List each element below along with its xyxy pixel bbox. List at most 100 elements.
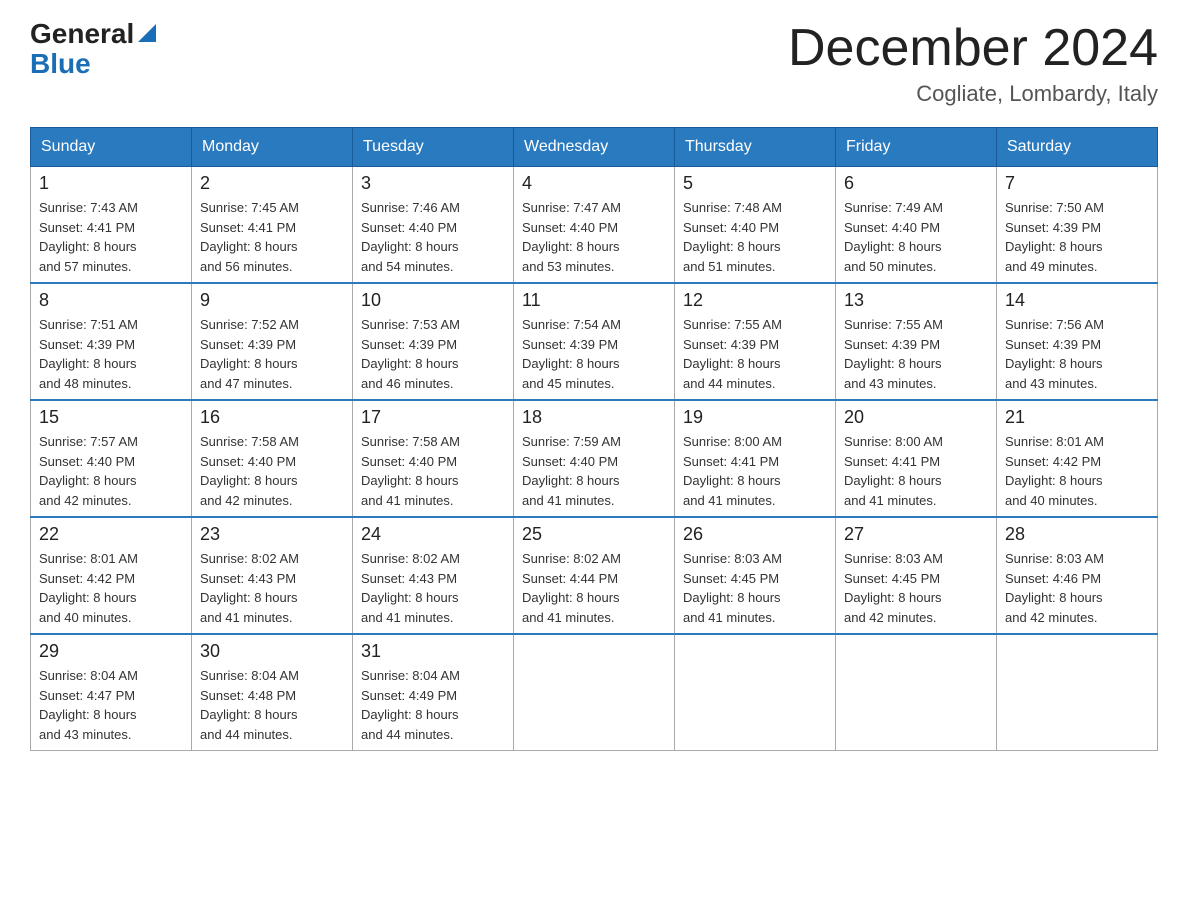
- week-row-2: 8 Sunrise: 7:51 AMSunset: 4:39 PMDaylight…: [31, 283, 1158, 400]
- day-info: Sunrise: 7:52 AMSunset: 4:39 PMDaylight:…: [200, 315, 344, 393]
- title-section: December 2024 Cogliate, Lombardy, Italy: [788, 20, 1158, 107]
- day-number: 27: [844, 524, 988, 545]
- col-header-monday: Monday: [192, 128, 353, 167]
- calendar-cell: 7 Sunrise: 7:50 AMSunset: 4:39 PMDaylight…: [997, 167, 1158, 284]
- day-number: 2: [200, 173, 344, 194]
- day-number: 18: [522, 407, 666, 428]
- day-info: Sunrise: 8:04 AMSunset: 4:49 PMDaylight:…: [361, 666, 505, 744]
- calendar-cell: 16 Sunrise: 7:58 AMSunset: 4:40 PMDayligh…: [192, 400, 353, 517]
- day-info: Sunrise: 8:02 AMSunset: 4:44 PMDaylight:…: [522, 549, 666, 627]
- day-number: 20: [844, 407, 988, 428]
- day-info: Sunrise: 7:43 AMSunset: 4:41 PMDaylight:…: [39, 198, 183, 276]
- calendar-cell: 30 Sunrise: 8:04 AMSunset: 4:48 PMDayligh…: [192, 634, 353, 751]
- day-info: Sunrise: 7:58 AMSunset: 4:40 PMDaylight:…: [361, 432, 505, 510]
- calendar-cell: 21 Sunrise: 8:01 AMSunset: 4:42 PMDayligh…: [997, 400, 1158, 517]
- calendar-cell: 3 Sunrise: 7:46 AMSunset: 4:40 PMDaylight…: [353, 167, 514, 284]
- day-number: 5: [683, 173, 827, 194]
- calendar-cell: 31 Sunrise: 8:04 AMSunset: 4:49 PMDayligh…: [353, 634, 514, 751]
- week-row-3: 15 Sunrise: 7:57 AMSunset: 4:40 PMDayligh…: [31, 400, 1158, 517]
- day-number: 24: [361, 524, 505, 545]
- calendar-cell: [514, 634, 675, 751]
- day-info: Sunrise: 8:01 AMSunset: 4:42 PMDaylight:…: [1005, 432, 1149, 510]
- calendar-cell: 23Sunrise: 8:02 AMSunset: 4:43 PMDayligh…: [192, 517, 353, 634]
- calendar-cell: 28Sunrise: 8:03 AMSunset: 4:46 PMDayligh…: [997, 517, 1158, 634]
- calendar-cell: 24 Sunrise: 8:02 AMSunset: 4:43 PMDayligh…: [353, 517, 514, 634]
- calendar-cell: 2 Sunrise: 7:45 AMSunset: 4:41 PMDaylight…: [192, 167, 353, 284]
- calendar-cell: 10 Sunrise: 7:53 AMSunset: 4:39 PMDayligh…: [353, 283, 514, 400]
- day-number: 12: [683, 290, 827, 311]
- week-row-5: 29Sunrise: 8:04 AMSunset: 4:47 PMDayligh…: [31, 634, 1158, 751]
- calendar-cell: 6 Sunrise: 7:49 AMSunset: 4:40 PMDaylight…: [836, 167, 997, 284]
- calendar-cell: 15 Sunrise: 7:57 AMSunset: 4:40 PMDayligh…: [31, 400, 192, 517]
- day-info: Sunrise: 7:50 AMSunset: 4:39 PMDaylight:…: [1005, 198, 1149, 276]
- day-info: Sunrise: 8:03 AMSunset: 4:45 PMDaylight:…: [683, 549, 827, 627]
- day-number: 8: [39, 290, 183, 311]
- day-info: Sunrise: 8:00 AMSunset: 4:41 PMDaylight:…: [844, 432, 988, 510]
- day-number: 6: [844, 173, 988, 194]
- day-info: Sunrise: 7:58 AMSunset: 4:40 PMDaylight:…: [200, 432, 344, 510]
- day-number: 16: [200, 407, 344, 428]
- calendar-cell: 13 Sunrise: 7:55 AMSunset: 4:39 PMDayligh…: [836, 283, 997, 400]
- day-number: 1: [39, 173, 183, 194]
- day-info: Sunrise: 7:53 AMSunset: 4:39 PMDaylight:…: [361, 315, 505, 393]
- calendar-cell: 29Sunrise: 8:04 AMSunset: 4:47 PMDayligh…: [31, 634, 192, 751]
- calendar-cell: 17 Sunrise: 7:58 AMSunset: 4:40 PMDayligh…: [353, 400, 514, 517]
- day-number: 17: [361, 407, 505, 428]
- calendar-table: SundayMondayTuesdayWednesdayThursdayFrid…: [30, 127, 1158, 751]
- day-number: 22: [39, 524, 183, 545]
- day-number: 29: [39, 641, 183, 662]
- calendar-cell: 4 Sunrise: 7:47 AMSunset: 4:40 PMDaylight…: [514, 167, 675, 284]
- day-number: 13: [844, 290, 988, 311]
- logo: General Blue: [30, 20, 158, 80]
- day-info: Sunrise: 7:55 AMSunset: 4:39 PMDaylight:…: [683, 315, 827, 393]
- week-row-4: 22 Sunrise: 8:01 AMSunset: 4:42 PMDayligh…: [31, 517, 1158, 634]
- calendar-cell: 12 Sunrise: 7:55 AMSunset: 4:39 PMDayligh…: [675, 283, 836, 400]
- logo-general: General: [30, 20, 134, 48]
- day-info: Sunrise: 7:51 AMSunset: 4:39 PMDaylight:…: [39, 315, 183, 393]
- day-number: 15: [39, 407, 183, 428]
- day-number: 31: [361, 641, 505, 662]
- calendar-cell: 5 Sunrise: 7:48 AMSunset: 4:40 PMDaylight…: [675, 167, 836, 284]
- calendar-cell: 25 Sunrise: 8:02 AMSunset: 4:44 PMDayligh…: [514, 517, 675, 634]
- calendar-cell: 19Sunrise: 8:00 AMSunset: 4:41 PMDayligh…: [675, 400, 836, 517]
- day-info: Sunrise: 7:48 AMSunset: 4:40 PMDaylight:…: [683, 198, 827, 276]
- calendar-cell: 8 Sunrise: 7:51 AMSunset: 4:39 PMDaylight…: [31, 283, 192, 400]
- day-info: Sunrise: 8:01 AMSunset: 4:42 PMDaylight:…: [39, 549, 183, 627]
- calendar-cell: 18Sunrise: 7:59 AMSunset: 4:40 PMDayligh…: [514, 400, 675, 517]
- col-header-thursday: Thursday: [675, 128, 836, 167]
- calendar-cell: 27 Sunrise: 8:03 AMSunset: 4:45 PMDayligh…: [836, 517, 997, 634]
- day-number: 7: [1005, 173, 1149, 194]
- calendar-cell: [997, 634, 1158, 751]
- day-number: 23: [200, 524, 344, 545]
- day-info: Sunrise: 7:46 AMSunset: 4:40 PMDaylight:…: [361, 198, 505, 276]
- day-number: 19: [683, 407, 827, 428]
- day-number: 26: [683, 524, 827, 545]
- day-info: Sunrise: 8:03 AMSunset: 4:45 PMDaylight:…: [844, 549, 988, 627]
- day-info: Sunrise: 7:57 AMSunset: 4:40 PMDaylight:…: [39, 432, 183, 510]
- day-number: 4: [522, 173, 666, 194]
- day-info: Sunrise: 7:47 AMSunset: 4:40 PMDaylight:…: [522, 198, 666, 276]
- calendar-cell: [836, 634, 997, 751]
- week-row-1: 1 Sunrise: 7:43 AMSunset: 4:41 PMDaylight…: [31, 167, 1158, 284]
- day-number: 30: [200, 641, 344, 662]
- header-row: SundayMondayTuesdayWednesdayThursdayFrid…: [31, 128, 1158, 167]
- day-info: Sunrise: 7:45 AMSunset: 4:41 PMDaylight:…: [200, 198, 344, 276]
- day-info: Sunrise: 8:02 AMSunset: 4:43 PMDaylight:…: [361, 549, 505, 627]
- day-number: 11: [522, 290, 666, 311]
- day-number: 21: [1005, 407, 1149, 428]
- calendar-cell: [675, 634, 836, 751]
- day-number: 14: [1005, 290, 1149, 311]
- col-header-wednesday: Wednesday: [514, 128, 675, 167]
- calendar-cell: 1 Sunrise: 7:43 AMSunset: 4:41 PMDaylight…: [31, 167, 192, 284]
- day-info: Sunrise: 7:54 AMSunset: 4:39 PMDaylight:…: [522, 315, 666, 393]
- day-info: Sunrise: 7:55 AMSunset: 4:39 PMDaylight:…: [844, 315, 988, 393]
- calendar-cell: 26 Sunrise: 8:03 AMSunset: 4:45 PMDayligh…: [675, 517, 836, 634]
- day-number: 3: [361, 173, 505, 194]
- day-info: Sunrise: 7:56 AMSunset: 4:39 PMDaylight:…: [1005, 315, 1149, 393]
- day-info: Sunrise: 7:49 AMSunset: 4:40 PMDaylight:…: [844, 198, 988, 276]
- day-info: Sunrise: 8:04 AMSunset: 4:48 PMDaylight:…: [200, 666, 344, 744]
- calendar-cell: 20 Sunrise: 8:00 AMSunset: 4:41 PMDayligh…: [836, 400, 997, 517]
- day-number: 10: [361, 290, 505, 311]
- day-number: 25: [522, 524, 666, 545]
- col-header-friday: Friday: [836, 128, 997, 167]
